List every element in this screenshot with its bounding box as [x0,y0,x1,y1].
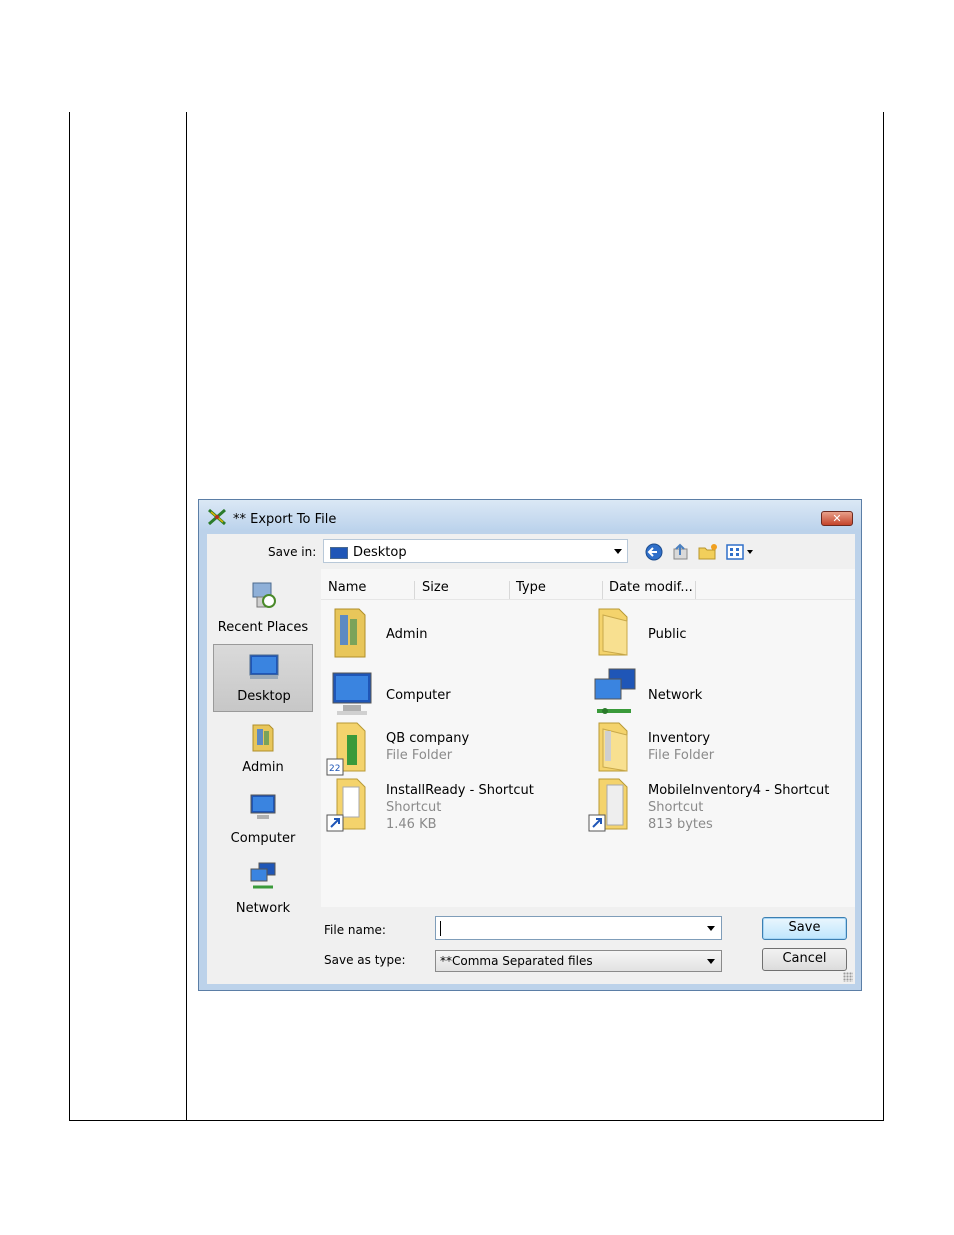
file-name: QB company [386,731,470,746]
place-label: Admin [242,760,284,775]
dialog-titlebar[interactable]: ** Export To File ✕ [199,500,861,530]
app-icon [208,508,226,526]
file-name-label: File name: [324,923,386,937]
file-name-input[interactable] [435,916,722,940]
computer-icon [250,794,276,819]
file-size: 813 bytes [648,817,713,832]
column-separator[interactable] [414,581,415,599]
column-name[interactable]: Name [328,580,366,595]
export-to-file-dialog: ** Export To File ✕ Save in: Desktop Rec… [198,499,862,991]
close-icon: ✕ [832,512,842,525]
places-bar: Recent Places Desktop Admin Computer Net… [207,569,321,967]
resize-grip[interactable] [843,972,853,982]
save-as-type-select[interactable]: **Comma Separated files [435,950,722,972]
column-header: Name Size Type Date modif... [321,573,855,600]
column-date-modified[interactable]: Date modif... [609,580,693,595]
dialog-client-area: Save in: Desktop Recent Places Desktop A… [207,534,855,984]
place-label: Recent Places [217,620,309,635]
svg-text:22: 22 [329,764,340,774]
save-in-combo[interactable]: Desktop [323,539,628,563]
place-label: Desktop [237,689,291,704]
file-item-network[interactable]: Network [583,667,833,723]
user-folder-icon [252,724,274,752]
file-item-public[interactable]: Public [583,605,833,661]
column-size[interactable]: Size [422,580,449,595]
file-name: Network [648,688,703,703]
recent-places-icon [252,582,276,608]
save-button[interactable]: Save [762,917,847,940]
chevron-down-icon[interactable] [707,959,715,964]
close-button[interactable]: ✕ [821,511,853,526]
shortcut-folder-icon [326,778,366,832]
chevron-down-icon[interactable] [707,926,715,931]
save-as-type-value: **Comma Separated files [440,954,593,968]
save-as-type-label: Save as type: [324,953,406,967]
folder-icon [598,608,628,656]
column-type[interactable]: Type [516,580,546,595]
qb-folder-icon: 22 [326,722,366,776]
dialog-title: ** Export To File [233,512,337,527]
column-separator[interactable] [695,581,696,599]
place-network[interactable]: Network [213,859,313,921]
cancel-button[interactable]: Cancel [762,948,847,971]
save-in-label: Save in: [268,545,317,559]
file-name: InstallReady - Shortcut [386,783,534,798]
file-name: MobileInventory4 - Shortcut [648,783,830,798]
network-icon [250,862,276,889]
file-name: Admin [386,627,428,642]
file-item-mobileinventory4-shortcut[interactable]: MobileInventory4 - Shortcut Shortcut 813… [583,775,833,837]
file-size: 1.46 KB [386,817,437,832]
column-separator[interactable] [602,581,603,599]
file-item-qb-company[interactable]: 22 QB company File Folder [321,721,571,777]
file-item-installready-shortcut[interactable]: InstallReady - Shortcut Shortcut 1.46 KB [321,775,571,837]
file-item-admin[interactable]: Admin [321,605,571,661]
column-separator[interactable] [509,581,510,599]
file-name: Computer [386,688,451,703]
place-label: Network [235,901,291,916]
place-recent-places[interactable]: Recent Places [213,574,313,635]
file-type: File Folder [386,748,453,763]
new-folder-icon[interactable] [698,543,718,561]
place-label: Computer [230,831,296,846]
shortcut-folder-icon [588,778,628,832]
back-icon[interactable] [644,543,664,561]
file-type: File Folder [648,748,715,763]
place-computer[interactable]: Computer [213,789,313,851]
file-name: Public [648,627,687,642]
file-item-inventory[interactable]: Inventory File Folder [583,721,833,777]
place-admin[interactable]: Admin [213,719,313,781]
user-folder-icon [334,608,366,658]
file-list-view[interactable]: Name Size Type Date modif... Admin Publi… [321,569,855,907]
file-item-computer[interactable]: Computer [321,667,571,723]
folder-icon [598,722,628,772]
text-caret [440,921,441,936]
up-folder-icon[interactable] [671,543,691,561]
chevron-down-icon[interactable] [614,549,622,554]
computer-icon [332,672,372,715]
desktop-icon [249,654,279,679]
document-table-divider [186,112,187,1121]
file-type: Shortcut [386,800,442,815]
file-name: Inventory [648,731,711,746]
file-type: Shortcut [648,800,704,815]
views-menu-icon[interactable] [726,543,756,561]
desktop-icon [330,547,348,559]
network-icon [594,668,636,714]
place-desktop[interactable]: Desktop [213,644,313,712]
save-in-value: Desktop [353,545,407,560]
